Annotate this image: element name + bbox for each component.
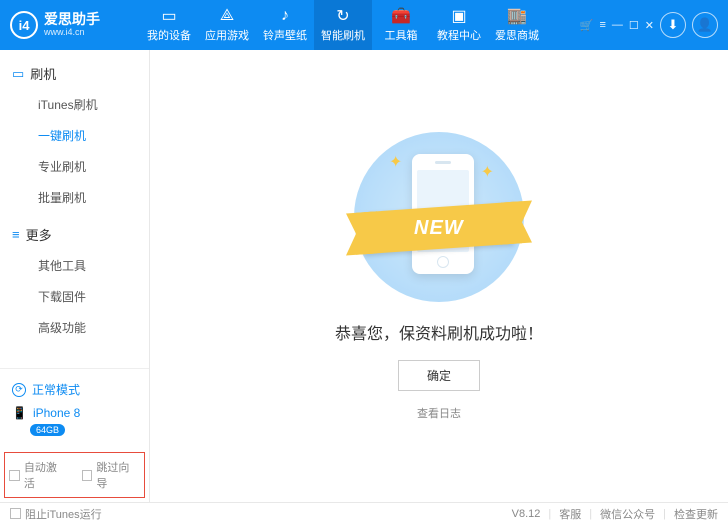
user-button[interactable]: 👤 bbox=[692, 12, 718, 38]
main-content: ✦ ✦ NEW 恭喜您，保资料刷机成功啦！ 确定 查看日志 bbox=[150, 50, 728, 502]
nav-icon: ↻ bbox=[336, 7, 349, 25]
checkbox-icon bbox=[9, 470, 20, 481]
success-message: 恭喜您，保资料刷机成功啦！ bbox=[335, 320, 543, 344]
logo-title: 爱思助手 bbox=[44, 12, 100, 27]
sidebar-section-header[interactable]: ▭刷机 bbox=[0, 58, 149, 89]
auto-activate-checkbox[interactable]: 自动激活 bbox=[9, 459, 68, 491]
nav-icon: ⟁ bbox=[220, 7, 234, 25]
cart-icon[interactable]: 🛒 bbox=[580, 19, 594, 32]
menu-icon[interactable]: ≡ bbox=[599, 19, 605, 32]
ok-button[interactable]: 确定 bbox=[398, 360, 480, 391]
nav-item-1[interactable]: ⟁应用游戏 bbox=[198, 0, 256, 50]
maximize-icon[interactable]: ☐ bbox=[629, 19, 639, 32]
section-icon: ≡ bbox=[12, 227, 20, 242]
sidebar-item[interactable]: 批量刷机 bbox=[0, 182, 149, 213]
nav-icon: ▭ bbox=[161, 7, 176, 25]
sparkle-icon: ✦ bbox=[481, 162, 494, 182]
window-controls: 🛒 ≡ — ☐ ✕ bbox=[580, 19, 654, 32]
check-update-link[interactable]: 检查更新 bbox=[674, 506, 718, 522]
nav-item-0[interactable]: ▭我的设备 bbox=[140, 0, 198, 50]
nav-item-6[interactable]: 🏬爱思商城 bbox=[488, 0, 546, 50]
mode-indicator[interactable]: ⟳ 正常模式 bbox=[10, 377, 139, 402]
skip-guide-checkbox[interactable]: 跳过向导 bbox=[82, 459, 141, 491]
section-icon: ▭ bbox=[12, 66, 24, 82]
phone-icon: 📱 bbox=[12, 406, 27, 420]
wechat-link[interactable]: 微信公众号 bbox=[600, 506, 655, 522]
sidebar-item[interactable]: 其他工具 bbox=[0, 250, 149, 281]
sparkle-icon: ✦ bbox=[389, 152, 402, 172]
top-nav: ▭我的设备⟁应用游戏♪铃声壁纸↻智能刷机🧰工具箱▣教程中心🏬爱思商城 bbox=[140, 0, 580, 50]
capacity-badge: 64GB bbox=[30, 424, 65, 436]
nav-icon: 🧰 bbox=[391, 7, 411, 25]
logo-url: www.i4.cn bbox=[44, 28, 100, 38]
sidebar-item[interactable]: 专业刷机 bbox=[0, 151, 149, 182]
minimize-icon[interactable]: — bbox=[612, 19, 623, 32]
sidebar-section-header[interactable]: ≡更多 bbox=[0, 219, 149, 250]
sidebar-item[interactable]: 一键刷机 bbox=[0, 120, 149, 151]
header: i4 爱思助手 www.i4.cn ▭我的设备⟁应用游戏♪铃声壁纸↻智能刷机🧰工… bbox=[0, 0, 728, 50]
version-label: V8.12 bbox=[512, 508, 541, 520]
footer: 阻止iTunes运行 V8.12 | 客服 | 微信公众号 | 检查更新 bbox=[0, 502, 728, 524]
nav-icon: 🏬 bbox=[507, 7, 527, 25]
sidebar-item[interactable]: iTunes刷机 bbox=[0, 89, 149, 120]
highlighted-options: 自动激活 跳过向导 bbox=[4, 452, 145, 498]
checkbox-icon bbox=[82, 470, 93, 481]
nav-item-4[interactable]: 🧰工具箱 bbox=[372, 0, 430, 50]
nav-icon: ▣ bbox=[451, 7, 466, 25]
logo-badge-icon: i4 bbox=[10, 11, 38, 39]
nav-item-3[interactable]: ↻智能刷机 bbox=[314, 0, 372, 50]
nav-icon: ♪ bbox=[281, 7, 289, 25]
success-illustration: ✦ ✦ NEW bbox=[354, 132, 524, 302]
logo[interactable]: i4 爱思助手 www.i4.cn bbox=[10, 11, 140, 39]
device-name: iPhone 8 bbox=[33, 406, 80, 420]
sidebar-item[interactable]: 高级功能 bbox=[0, 312, 149, 343]
nav-item-2[interactable]: ♪铃声壁纸 bbox=[256, 0, 314, 50]
checkbox-icon bbox=[10, 508, 21, 519]
view-log-link[interactable]: 查看日志 bbox=[417, 405, 461, 421]
device-indicator[interactable]: 📱 iPhone 8 64GB bbox=[10, 402, 139, 440]
sidebar-item[interactable]: 下载固件 bbox=[0, 281, 149, 312]
mode-label: 正常模式 bbox=[32, 381, 80, 398]
sidebar: ▭刷机iTunes刷机一键刷机专业刷机批量刷机 ≡更多其他工具下载固件高级功能 ⟳… bbox=[0, 50, 150, 502]
refresh-icon: ⟳ bbox=[12, 383, 26, 397]
support-link[interactable]: 客服 bbox=[559, 506, 581, 522]
download-button[interactable]: ⬇ bbox=[660, 12, 686, 38]
nav-item-5[interactable]: ▣教程中心 bbox=[430, 0, 488, 50]
close-icon[interactable]: ✕ bbox=[645, 19, 654, 32]
block-itunes-checkbox[interactable]: 阻止iTunes运行 bbox=[10, 506, 102, 522]
